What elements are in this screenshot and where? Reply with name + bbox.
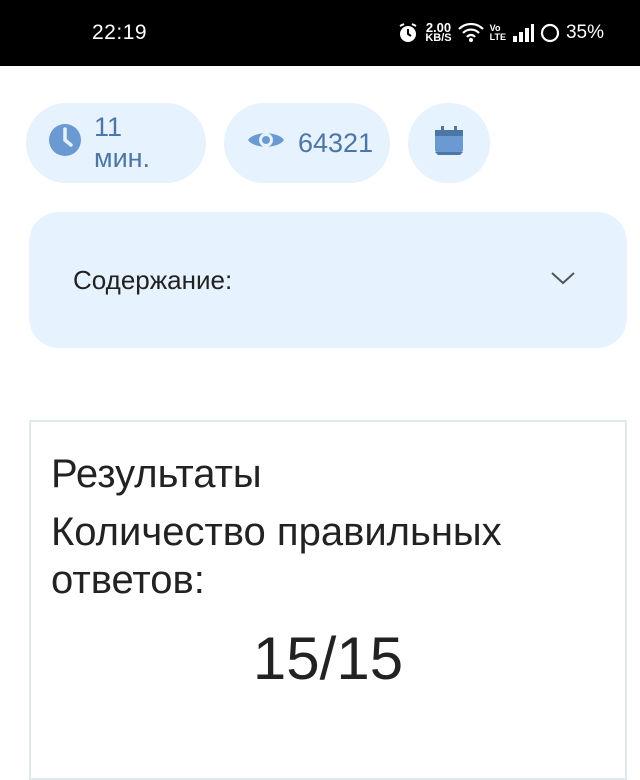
battery-icon bbox=[540, 23, 560, 43]
read-time-badge: 11 мин. bbox=[26, 103, 206, 183]
signal-icon bbox=[512, 24, 534, 42]
toc-label: Содержание: bbox=[73, 264, 233, 295]
chevron-down-icon[interactable] bbox=[549, 270, 577, 291]
views-count: 64321 bbox=[298, 127, 374, 158]
battery-percent: 35% bbox=[565, 22, 604, 43]
score: 15/15 bbox=[252, 625, 404, 692]
status-bar: 22:19 2.00 KB/S Vo LTE 35% bbox=[0, 0, 640, 66]
views-badge: 64321 bbox=[224, 103, 390, 183]
article-meta: 11 мин. 64321 bbox=[26, 103, 490, 183]
results-panel: Результаты Количество правильных ответов… bbox=[29, 420, 627, 780]
calendar-badge[interactable] bbox=[408, 103, 490, 183]
network-speed: 2.00 KB/S bbox=[425, 21, 452, 44]
speed-unit: KB/S bbox=[425, 32, 452, 44]
status-time: 22:19 bbox=[92, 21, 148, 44]
volte-bottom: LTE bbox=[489, 32, 506, 42]
calendar-icon bbox=[432, 124, 466, 163]
alarm-icon bbox=[397, 22, 419, 44]
volte-indicator: Vo LTE bbox=[490, 24, 506, 42]
status-icons: 2.00 KB/S Vo LTE 35% bbox=[397, 21, 604, 44]
read-time: 11 мин. bbox=[94, 112, 151, 173]
results-title: Результаты bbox=[51, 452, 262, 496]
correct-answers-label: Количество правильных ответов: bbox=[51, 510, 502, 602]
clock-icon bbox=[48, 123, 82, 164]
wifi-icon bbox=[457, 23, 484, 43]
eye-icon bbox=[246, 127, 286, 160]
table-of-contents[interactable]: Содержание: bbox=[29, 212, 627, 348]
